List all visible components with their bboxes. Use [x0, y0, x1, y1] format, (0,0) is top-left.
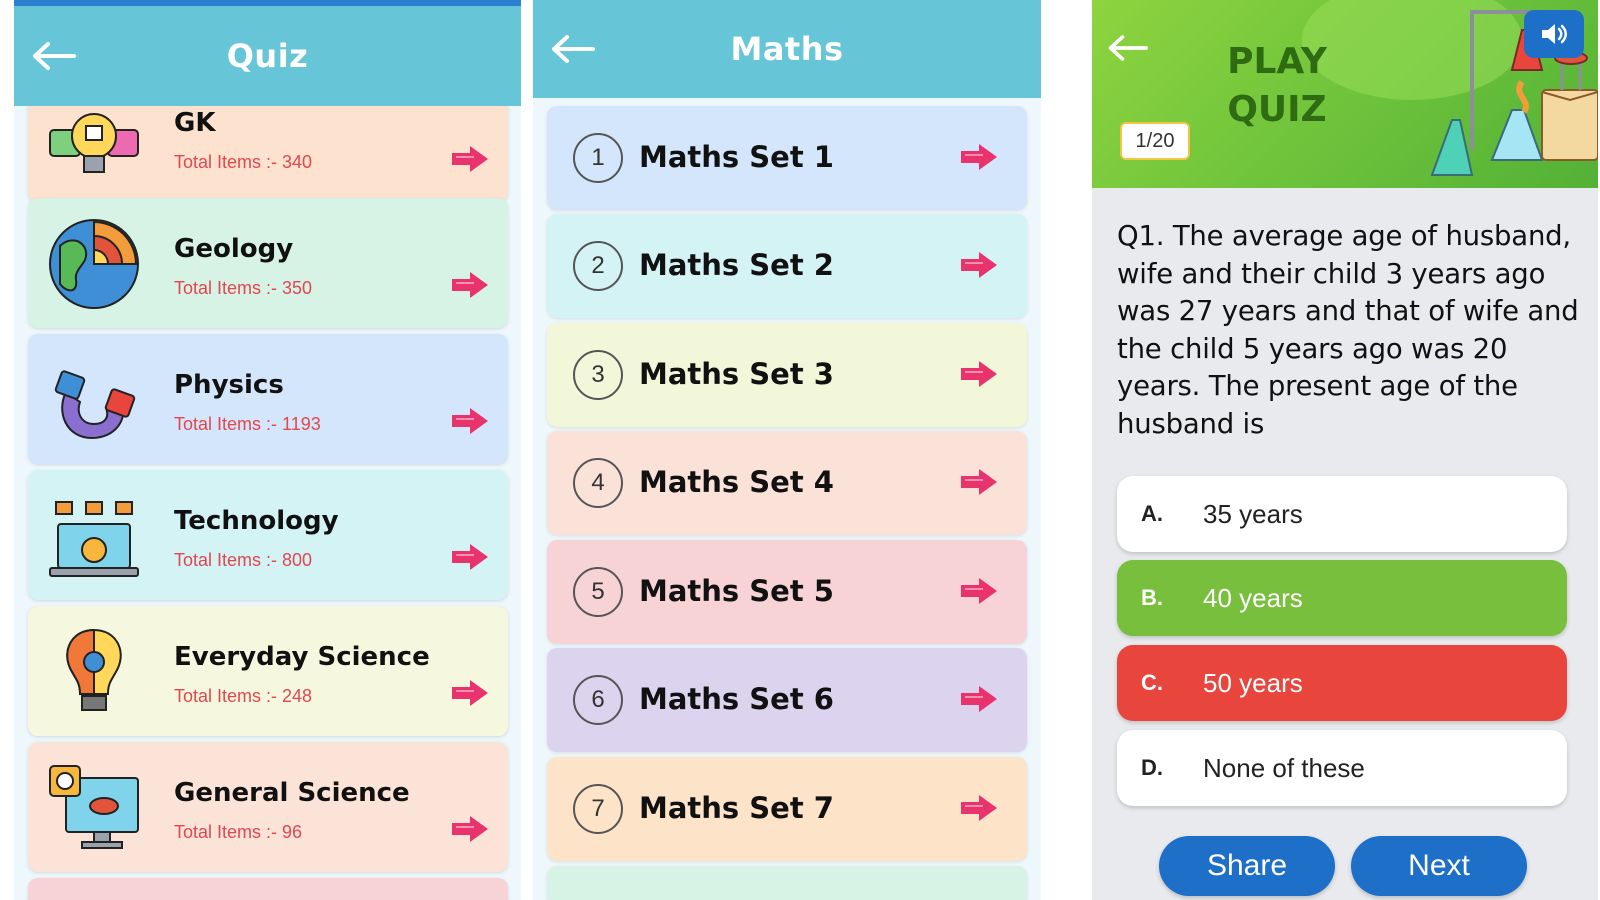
- maths-set-item[interactable]: 2 Maths Set 2: [547, 214, 1027, 318]
- category-card-physics[interactable]: Physics Total Items :- 1193: [28, 334, 508, 464]
- share-button[interactable]: Share: [1159, 836, 1335, 896]
- category-card-general-science[interactable]: General Science Total Items :- 96: [28, 742, 508, 872]
- speaker-icon: [1542, 24, 1567, 44]
- maths-set-item[interactable]: 6 Maths Set 6: [547, 648, 1027, 752]
- set-number-badge: 3: [573, 350, 623, 400]
- set-name: Maths Set 7: [639, 791, 834, 825]
- forward-arrow-icon: [450, 406, 490, 436]
- maths-set-item[interactable]: 4 Maths Set 4: [547, 431, 1027, 535]
- category-name: Everyday Science: [174, 642, 430, 672]
- maths-set-item[interactable]: 1 Maths Set 1: [547, 106, 1027, 210]
- set-name: Maths Set 1: [639, 140, 834, 174]
- question-counter: 1/20: [1120, 122, 1190, 160]
- set-name: Maths Set 3: [639, 357, 834, 391]
- option-c[interactable]: C. 50 years: [1117, 645, 1567, 721]
- sound-button[interactable]: [1524, 10, 1584, 58]
- forward-arrow-icon: [959, 576, 999, 606]
- maths-sets-screen: Maths 1 Maths Set 1 2 Maths Set 2 3 Math…: [533, 0, 1041, 900]
- option-letter: A.: [1141, 501, 1163, 526]
- back-arrow-icon[interactable]: [549, 34, 595, 64]
- category-card-partial[interactable]: [28, 878, 508, 900]
- option-text: None of these: [1203, 752, 1365, 783]
- set-number-badge: 4: [573, 458, 623, 508]
- category-count: Total Items :- 1193: [174, 414, 321, 434]
- maths-set-item[interactable]: 5 Maths Set 5: [547, 540, 1027, 644]
- laptop-icon: [49, 501, 139, 577]
- option-letter: C.: [1141, 670, 1163, 695]
- quiz-category-screen: GK Total Items :- 340 Geology Total Item…: [14, 0, 521, 900]
- maths-set-item[interactable]: 7 Maths Set 7: [547, 757, 1027, 861]
- magnet-icon: [54, 370, 136, 440]
- back-arrow-icon[interactable]: [1106, 34, 1148, 62]
- set-number-badge: 2: [573, 241, 623, 291]
- set-name: Maths Set 4: [639, 465, 834, 499]
- set-number-badge: 6: [573, 675, 623, 725]
- forward-arrow-icon: [959, 467, 999, 497]
- category-name: Geology: [174, 234, 294, 264]
- option-d[interactable]: D. None of these: [1117, 730, 1567, 806]
- set-number-badge: 1: [573, 133, 623, 183]
- category-card-technology[interactable]: Technology Total Items :- 800: [28, 470, 508, 600]
- forward-arrow-icon: [450, 144, 490, 174]
- option-a[interactable]: A. 35 years: [1117, 476, 1567, 552]
- page-title: Maths: [730, 30, 844, 68]
- forward-arrow-icon: [450, 814, 490, 844]
- category-count: Total Items :- 350: [174, 278, 313, 298]
- forward-arrow-icon: [450, 678, 490, 708]
- forward-arrow-icon: [450, 270, 490, 300]
- option-letter: D.: [1141, 755, 1163, 780]
- banner-title: PLAY QUIZ: [1202, 38, 1352, 134]
- quiz-header: Quiz: [14, 0, 521, 106]
- monitor-science-icon: [49, 765, 139, 849]
- option-text: 40 years: [1203, 582, 1303, 613]
- option-b[interactable]: B. 40 years: [1117, 560, 1567, 636]
- forward-arrow-icon: [959, 793, 999, 823]
- option-text: 35 years: [1203, 498, 1303, 529]
- globe-icon: [49, 219, 139, 309]
- next-button[interactable]: Next: [1351, 836, 1527, 896]
- option-letter: B.: [1141, 585, 1163, 610]
- question-text: Q1. The average age of husband, wife and…: [1117, 220, 1579, 440]
- set-number-badge: 5: [573, 567, 623, 617]
- category-name: General Science: [174, 778, 410, 808]
- category-count: Total Items :- 96: [174, 822, 303, 842]
- maths-header: Maths: [533, 0, 1041, 98]
- category-card-everyday-science[interactable]: Everyday Science Total Items :- 248: [28, 606, 508, 736]
- banner-title-line1: PLAY: [1227, 41, 1327, 82]
- maths-set-item-partial[interactable]: [547, 866, 1027, 900]
- forward-arrow-icon: [959, 142, 999, 172]
- play-quiz-screen: PLAY QUIZ 1/20 Q1. The average age of hu…: [1092, 0, 1598, 900]
- set-name: Maths Set 6: [639, 682, 834, 716]
- set-name: Maths Set 5: [639, 574, 834, 608]
- set-name: Maths Set 2: [639, 248, 834, 282]
- forward-arrow-icon: [959, 250, 999, 280]
- bulb-gear-icon: [66, 628, 122, 711]
- set-number-badge: 7: [573, 784, 623, 834]
- forward-arrow-icon: [959, 684, 999, 714]
- category-name: Technology: [174, 506, 339, 536]
- back-arrow-icon[interactable]: [30, 41, 76, 71]
- maths-set-item[interactable]: 3 Maths Set 3: [547, 323, 1027, 427]
- category-card-geology[interactable]: Geology Total Items :- 350: [28, 198, 508, 328]
- banner-title-line2: QUIZ: [1227, 89, 1327, 130]
- forward-arrow-icon: [959, 359, 999, 389]
- category-name: Physics: [174, 370, 284, 400]
- category-name: GK: [174, 108, 216, 138]
- category-count: Total Items :- 340: [174, 152, 313, 172]
- option-text: 50 years: [1203, 667, 1303, 698]
- category-count: Total Items :- 800: [174, 550, 313, 570]
- forward-arrow-icon: [450, 542, 490, 572]
- category-count: Total Items :- 248: [174, 686, 313, 706]
- page-title: Quiz: [226, 37, 309, 75]
- play-quiz-banner: PLAY QUIZ 1/20: [1092, 0, 1598, 188]
